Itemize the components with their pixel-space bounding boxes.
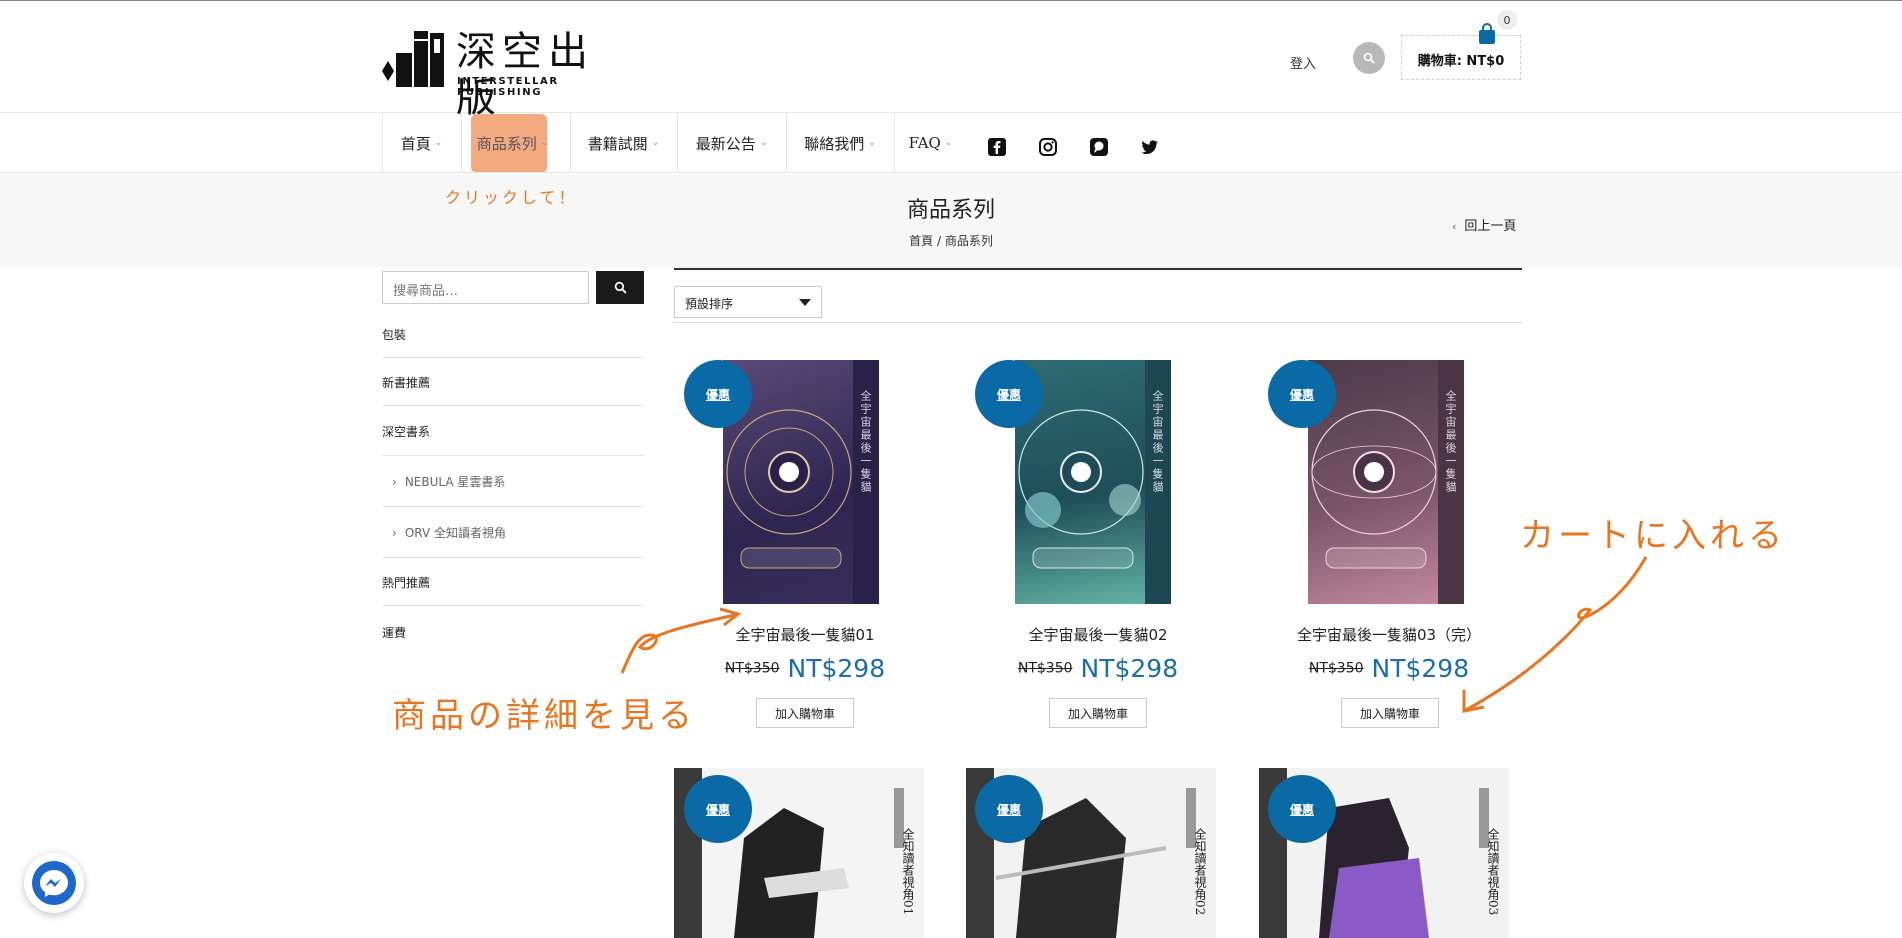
sale-badge: 優惠 [684, 775, 752, 843]
chevron-right-icon: › [392, 475, 397, 489]
original-price: NT$350 [1017, 660, 1073, 677]
original-price: NT$350 [1308, 660, 1364, 677]
nav-item-label: 書籍試閱 [587, 134, 648, 153]
sale-badge: 優惠 [975, 360, 1043, 428]
divider [382, 605, 644, 606]
chevron-left-icon: ‹ [1452, 220, 1457, 233]
add-to-cart-button[interactable]: 加入購物車 [1341, 698, 1439, 728]
cover-title-text: 全知讀者視角02 [1193, 828, 1207, 916]
divider [674, 268, 1522, 270]
divider [382, 506, 644, 507]
cover-title-text: 全知讀者視角03 [1486, 828, 1500, 916]
chevron-down-icon: ⌄ [759, 138, 768, 148]
main-nav: 首頁 ⌄ 商品系列 ⌄ 書籍試閱 ⌄ 最新公告 ⌄ 聯絡我們 ⌄ FAQ ⌄ [0, 113, 1902, 173]
product-price: NT$350 NT$298 [983, 654, 1213, 683]
add-to-cart-button[interactable]: 加入購物車 [756, 698, 854, 728]
sidebar-subcategory-orv[interactable]: › ORV 全知讀者視角 [392, 524, 506, 541]
nav-item-label: 商品系列 [476, 134, 537, 153]
nav-item-home[interactable]: 首頁 ⌄ [382, 113, 460, 173]
facebook-icon[interactable] [987, 137, 1007, 157]
cover-spine-text: 全宇宙最後一隻貓 [1444, 390, 1457, 494]
plurk-icon[interactable] [1089, 137, 1109, 157]
breadcrumb[interactable]: 首頁 / 商品系列 [0, 232, 1902, 249]
cover-spine-text: 全宇宙最後一隻貓 [1151, 390, 1164, 494]
sidebar-subcategory-nebula[interactable]: › NEBULA 星雲書系 [392, 473, 505, 490]
subcategory-label: ORV 全知讀者視角 [404, 526, 506, 540]
annotation-arrow-details [620, 607, 742, 674]
back-link-label: 回上一頁 [1464, 219, 1517, 234]
product-name[interactable]: 全宇宙最後一隻貓02 [983, 624, 1213, 645]
brand-logo[interactable]: 深空出版 INTERSTELLAR PUBLISHING [382, 29, 632, 121]
sidebar-category-interstellar[interactable]: 深空書系 [382, 423, 644, 440]
sale-price: NT$298 [1080, 654, 1179, 683]
cover-spine-text: 全宇宙最後一隻貓 [859, 390, 872, 494]
chevron-down-icon: ⌄ [944, 138, 953, 148]
chevron-down-icon: ⌄ [651, 138, 660, 148]
login-link[interactable]: 登入 [1290, 53, 1316, 72]
brand-name-en: INTERSTELLAR PUBLISHING [457, 76, 559, 98]
caret-down-icon [799, 299, 811, 306]
nav-item-label: 首頁 [400, 134, 431, 153]
nav-item-news[interactable]: 最新公告 ⌄ [677, 113, 785, 173]
page-title: 商品系列 [906, 198, 995, 223]
divider [382, 455, 644, 456]
sale-badge: 優惠 [975, 775, 1043, 843]
search-icon [614, 281, 627, 294]
add-to-cart-button[interactable]: 加入購物車 [1049, 698, 1147, 728]
nav-item-label: FAQ [908, 134, 941, 152]
messenger-icon [32, 861, 76, 905]
sale-badge: 優惠 [684, 360, 752, 428]
back-link[interactable]: ‹ 回上一頁 [1452, 215, 1516, 234]
twitter-icon[interactable] [1140, 137, 1160, 157]
sale-badge: 優惠 [1268, 775, 1336, 843]
chevron-down-icon: ⌄ [434, 138, 443, 148]
sort-select[interactable]: 預設排序 [674, 286, 822, 318]
sidebar-category-popular[interactable]: 熱門推薦 [382, 574, 644, 591]
nav-item-contact[interactable]: 聯絡我們 ⌄ [786, 113, 893, 173]
sale-badge: 優惠 [1268, 360, 1336, 428]
nav-item-label: 聯絡我們 [804, 134, 865, 153]
cart-button[interactable]: 購物車: NT$0 [1401, 35, 1521, 80]
nav-item-products[interactable]: 商品系列 ⌄ [461, 113, 563, 173]
sort-select-value: 預設排序 [685, 297, 734, 311]
nav-item-preview[interactable]: 書籍試閱 ⌄ [570, 113, 676, 173]
divider [382, 405, 644, 406]
site-header: 深空出版 INTERSTELLAR PUBLISHING 登入 購物車: NT$… [0, 1, 1902, 121]
nav-item-faq[interactable]: FAQ ⌄ [894, 113, 966, 173]
chevron-down-icon: ⌄ [540, 138, 549, 148]
instagram-icon[interactable] [1038, 137, 1058, 157]
product-search-button[interactable] [596, 271, 644, 304]
divider [674, 322, 1522, 323]
annotation-arrow-cart [1462, 556, 1648, 713]
cover-title-text: 全知讀者視角01 [901, 828, 915, 916]
nav-item-label: 最新公告 [695, 134, 756, 153]
chevron-down-icon: ⌄ [868, 138, 876, 148]
chevron-right-icon: › [392, 526, 397, 540]
sidebar-category-packaging[interactable]: 包裝 [382, 326, 644, 343]
search-button[interactable] [1353, 42, 1385, 74]
annotation-cart-note: カートに入れる [1520, 516, 1786, 556]
cart-label: 購物車: NT$0 [1417, 54, 1505, 69]
logo-mark-icon [382, 31, 444, 87]
subcategory-label: NEBULA 星雲書系 [404, 475, 506, 489]
shopping-bag-icon[interactable] [1477, 23, 1497, 45]
cart-count-badge: 0 [1497, 10, 1517, 30]
search-icon [1363, 52, 1375, 64]
messenger-chat-button[interactable] [24, 853, 84, 913]
annotation-details-note: 商品の詳細を見る [392, 696, 696, 736]
sidebar-category-shipping[interactable]: 運費 [382, 624, 644, 641]
sale-price: NT$298 [787, 654, 886, 683]
product-search-input[interactable]: 搜尋商品… [382, 271, 589, 304]
divider [382, 557, 644, 558]
sidebar-category-new-books[interactable]: 新書推薦 [382, 374, 644, 391]
brand-name-cn: 深空出版 [456, 29, 594, 121]
divider [382, 357, 644, 358]
